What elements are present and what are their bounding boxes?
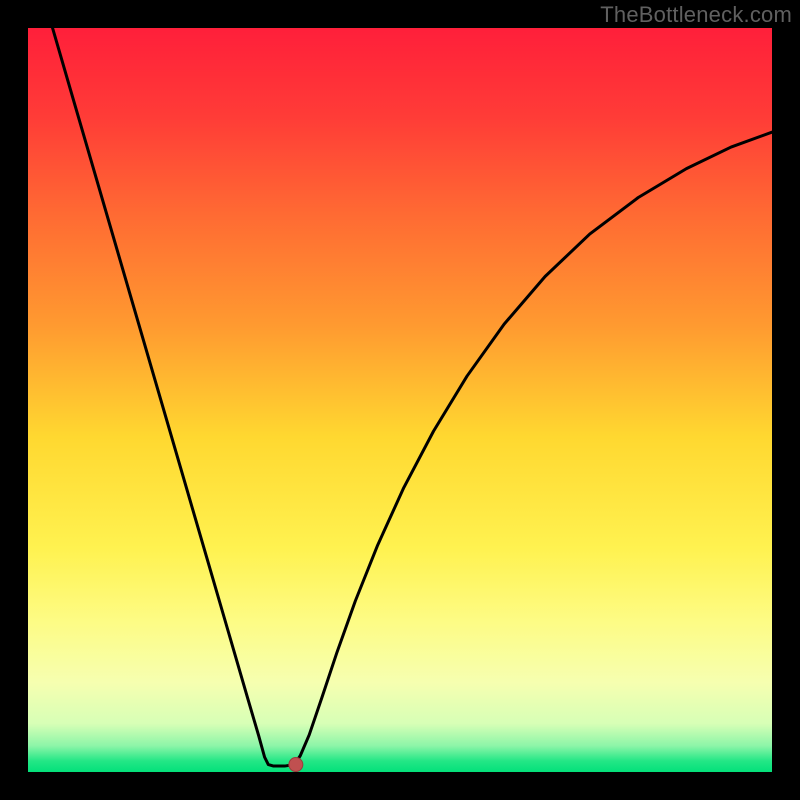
- plot-area: [28, 28, 772, 772]
- gradient-background: [28, 28, 772, 772]
- bottleneck-chart: [28, 28, 772, 772]
- watermark-text: TheBottleneck.com: [600, 2, 792, 28]
- optimal-point-marker: [289, 758, 303, 772]
- chart-frame: TheBottleneck.com: [0, 0, 800, 800]
